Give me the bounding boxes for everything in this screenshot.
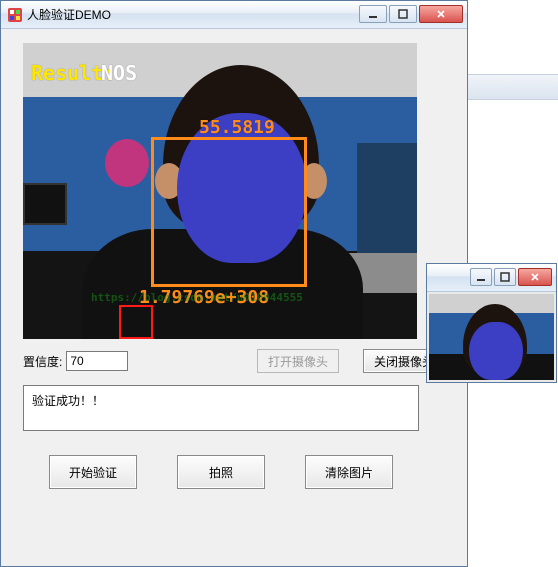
take-photo-button[interactable]: 拍照 — [177, 455, 265, 489]
main-window-controls — [359, 5, 463, 25]
secondary-window — [426, 263, 557, 383]
status-log: 验证成功！！ — [23, 385, 419, 431]
minimize-button[interactable] — [359, 5, 387, 23]
main-window-title: 人脸验证DEMO — [27, 6, 111, 23]
secondary-minimize-button[interactable] — [470, 268, 492, 286]
open-camera-button[interactable]: 打开摄像头 — [257, 349, 339, 373]
action-row: 开始验证 拍照 清除图片 — [23, 455, 445, 489]
background-header-strip — [468, 74, 558, 100]
preview-face-mask — [469, 322, 523, 380]
secondary-bounding-box — [119, 305, 153, 339]
face-bounding-box — [151, 137, 307, 287]
scene-panel-right — [357, 143, 417, 253]
scene-headphone — [105, 139, 149, 187]
secondary-titlebar[interactable] — [427, 264, 556, 292]
clear-image-button[interactable]: 清除图片 — [305, 455, 393, 489]
close-button[interactable] — [419, 5, 463, 23]
secondary-client-area — [427, 292, 556, 382]
main-client-area: Result: NOS 55.5819 1.79769e+308 https:/… — [1, 29, 467, 566]
overlay-top-score: 55.5819 — [199, 117, 275, 138]
secondary-close-button[interactable] — [518, 268, 552, 286]
video-canvas: Result: NOS 55.5819 1.79769e+308 https:/… — [23, 43, 417, 339]
confidence-row: 置信度: 打开摄像头 关闭摄像头 — [23, 349, 445, 373]
maximize-button[interactable] — [389, 5, 417, 23]
overlay-watermark: https://blog.csdn.net/u010944555 — [91, 291, 303, 304]
start-verify-button[interactable]: 开始验证 — [49, 455, 137, 489]
scene-monitor-left — [23, 183, 67, 225]
secondary-maximize-button[interactable] — [494, 268, 516, 286]
confidence-input[interactable] — [66, 351, 128, 371]
status-log-text: 验证成功！！ — [32, 394, 104, 408]
preview-canvas — [429, 294, 554, 380]
secondary-window-controls — [470, 268, 552, 288]
main-window: 人脸验证DEMO R — [0, 0, 468, 567]
main-titlebar[interactable]: 人脸验证DEMO — [1, 1, 467, 29]
overlay-result-value: NOS — [101, 61, 137, 85]
confidence-label: 置信度: — [23, 353, 62, 370]
app-icon — [7, 7, 23, 23]
